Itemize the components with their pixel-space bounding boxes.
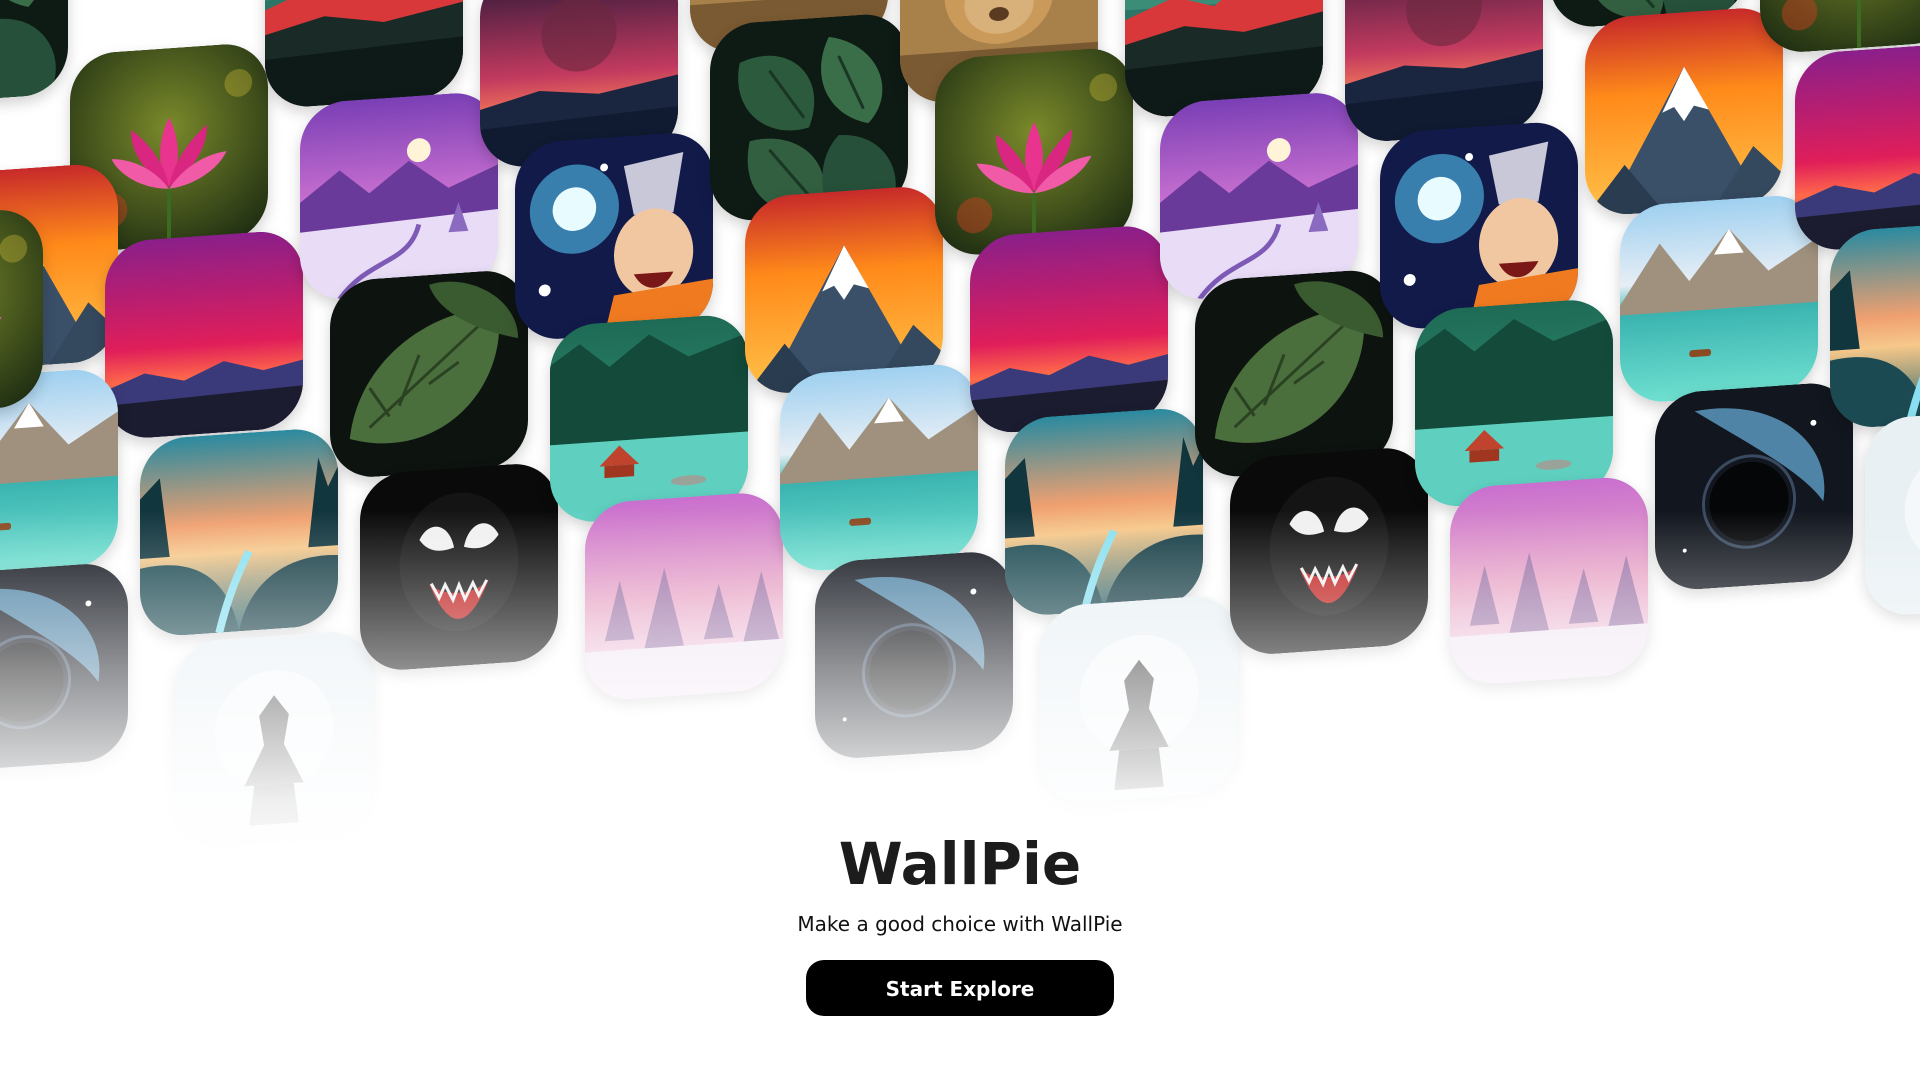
- wallpaper-tile-silhouette[interactable]: [1865, 405, 1920, 618]
- wallpaper-image: [970, 223, 1168, 436]
- wallpaper-tile-teal-dusk-forest[interactable]: [140, 426, 338, 639]
- wallpaper-tile-venom[interactable]: [1230, 445, 1428, 657]
- wallpaper-tile-purple-winter[interactable]: [300, 90, 498, 303]
- wallpaper-tile-orange-sunset-peak[interactable]: [745, 184, 943, 396]
- wallpaper-image: [1345, 0, 1543, 144]
- wallpaper-image: [515, 130, 713, 342]
- wallpaper-tile-night-sky[interactable]: [1345, 0, 1543, 144]
- wallpaper-grid: [0, 0, 1920, 870]
- wallpaper-image: [330, 268, 528, 480]
- wallpaper-tile-teal-dusk-forest[interactable]: [1830, 218, 1920, 431]
- wallpaper-tile-silhouette[interactable]: [175, 628, 373, 841]
- wallpaper-image: [1230, 445, 1428, 657]
- wallpaper-tile-orange-sunset-peak[interactable]: [1585, 5, 1783, 218]
- wallpaper-tile-dark-leaf[interactable]: [1195, 267, 1393, 480]
- wallpaper-tile-space-planet[interactable]: [1655, 380, 1853, 593]
- wallpaper-image: [1450, 474, 1648, 687]
- wallpaper-image: [300, 90, 498, 303]
- wallpaper-tile-red-mountains[interactable]: [265, 0, 463, 110]
- wallpaper-tile-magenta-sunset[interactable]: [105, 228, 303, 441]
- wallpaper-image: [1795, 40, 1920, 253]
- wallpaper-tile-monstera[interactable]: [0, 0, 68, 108]
- wallpaper-image: [105, 228, 303, 441]
- wallpaper-image: [1040, 593, 1238, 806]
- wallpaper-tile-space-planet[interactable]: [0, 561, 128, 773]
- wallpaper-tile-dark-leaf[interactable]: [330, 268, 528, 480]
- wallpaper-image: [1830, 218, 1920, 431]
- app-title: WallPie: [838, 830, 1082, 898]
- wallpaper-tile-lotus[interactable]: [935, 45, 1133, 258]
- wallpaper-image: [360, 460, 558, 673]
- wallpaper-image: [0, 0, 68, 108]
- wallpaper-image: [1865, 405, 1920, 618]
- wallpaper-image: [0, 561, 128, 773]
- wallpaper-tile-pink-forest[interactable]: [585, 490, 783, 703]
- wallpaper-gallery: [0, 0, 1920, 870]
- wallpaper-tile-magenta-sunset[interactable]: [1795, 40, 1920, 253]
- wallpaper-tile-forest-lake[interactable]: [550, 312, 748, 525]
- wallpaper-tile-alpine-lake[interactable]: [1620, 192, 1818, 405]
- wallpaper-tile-anime-hero[interactable]: [1380, 119, 1578, 332]
- wallpaper-image: [585, 490, 783, 703]
- wallpaper-tile-space-planet[interactable]: [815, 549, 1013, 762]
- landing-page: WallPie Make a good choice with WallPie …: [0, 0, 1920, 1080]
- wallpaper-tile-alpine-lake[interactable]: [780, 361, 978, 574]
- wallpaper-image: [140, 426, 338, 639]
- wallpaper-image: [1655, 380, 1853, 593]
- app-subtitle: Make a good choice with WallPie: [797, 911, 1123, 936]
- wallpaper-tile-venom[interactable]: [360, 460, 558, 673]
- wallpaper-tile-teal-dusk-forest[interactable]: [1005, 405, 1203, 618]
- wallpaper-tile-purple-winter[interactable]: [1160, 90, 1358, 302]
- hero-section: WallPie Make a good choice with WallPie …: [0, 830, 1920, 1016]
- wallpaper-image: [1620, 192, 1818, 405]
- start-explore-button[interactable]: Start Explore: [806, 959, 1114, 1016]
- wallpaper-image: [175, 628, 373, 841]
- wallpaper-image: [1585, 5, 1783, 218]
- wallpaper-image: [550, 312, 748, 525]
- wallpaper-image: [935, 45, 1133, 258]
- wallpaper-image: [780, 361, 978, 574]
- wallpaper-image: [1195, 267, 1393, 480]
- wallpaper-tile-forest-lake[interactable]: [1415, 297, 1613, 510]
- wallpaper-image: [1380, 119, 1578, 332]
- wallpaper-image: [745, 184, 943, 396]
- wallpaper-image: [1160, 90, 1358, 302]
- wallpaper-image: [1415, 297, 1613, 510]
- wallpaper-image: [1005, 405, 1203, 618]
- wallpaper-tile-silhouette[interactable]: [1040, 593, 1238, 806]
- wallpaper-image: [265, 0, 463, 110]
- wallpaper-tile-magenta-sunset[interactable]: [970, 223, 1168, 436]
- wallpaper-image: [815, 549, 1013, 762]
- wallpaper-tile-anime-hero[interactable]: [515, 130, 713, 342]
- wallpaper-tile-pink-forest[interactable]: [1450, 474, 1648, 687]
